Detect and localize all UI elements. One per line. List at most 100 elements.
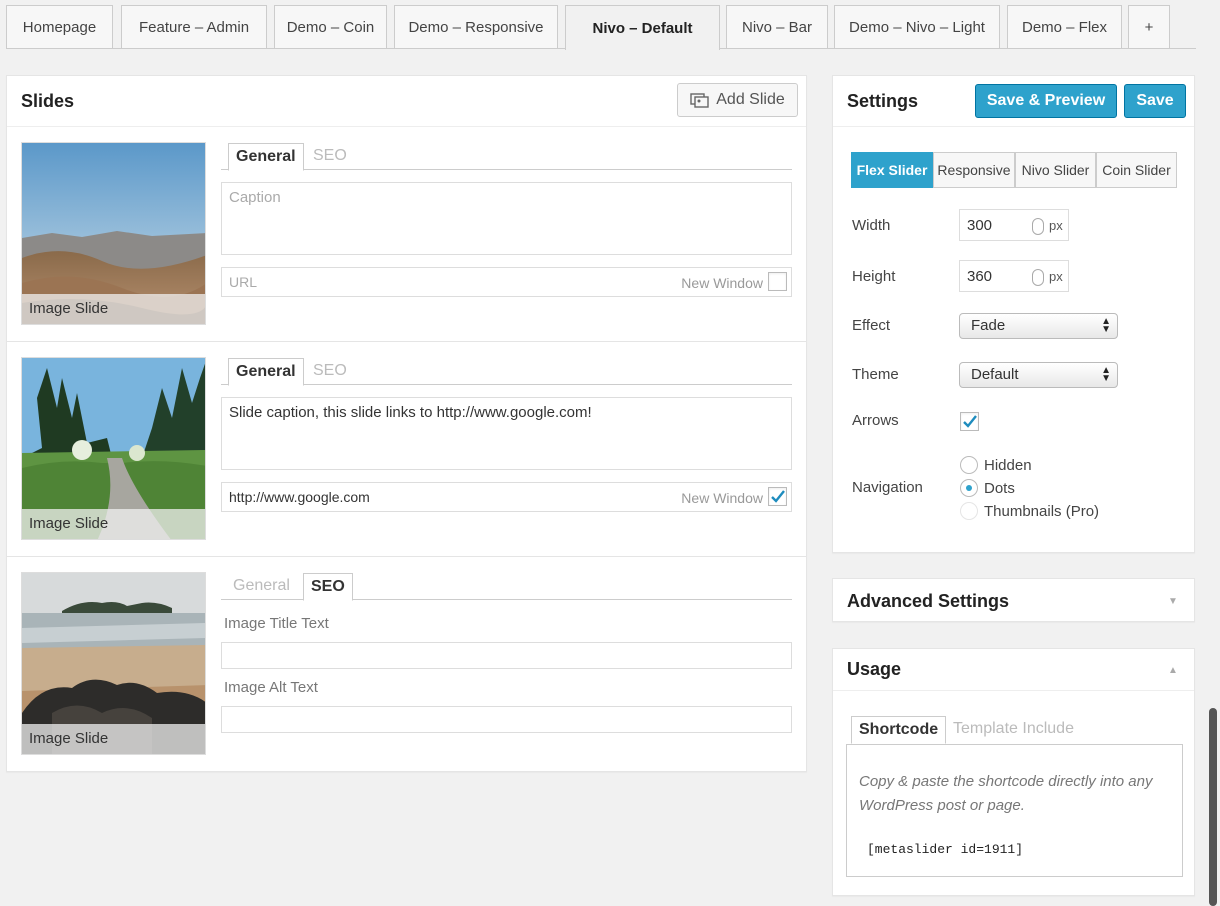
caption-value: Slide caption, this slide links to http:… [229,404,592,421]
width-input[interactable]: 300 px [959,209,1069,241]
add-tab-button[interactable]: + [1128,5,1170,48]
tab-seo[interactable]: SEO [303,573,353,601]
slide-type-label: Image Slide [22,724,205,754]
new-window-checkbox[interactable] [768,272,787,291]
navigation-option-label: Thumbnails (Pro) [984,503,1100,520]
caption-field[interactable]: Slide caption, this slide links to http:… [221,397,792,470]
image-title-input[interactable] [221,642,792,669]
add-slide-icon [690,93,709,108]
slider-type-nivo[interactable]: Nivo Slider [1015,152,1096,188]
width-label: Width [852,217,891,234]
tab-demo-nivo-light[interactable]: Demo – Nivo – Light [834,5,1000,48]
advanced-settings-title: Advanced Settings [833,579,1194,623]
navigation-option-label: Dots [984,480,1015,497]
navigation-label: Navigation [852,479,923,496]
usage-title-text: Usage [847,659,902,679]
tab-shortcode[interactable]: Shortcode [851,716,947,744]
slide-item: Image Slide General SEO Image Title Text… [7,557,807,772]
url-value: http://www.google.com [229,489,370,505]
slide-thumbnail[interactable]: Image Slide [21,357,206,540]
new-window-checkbox[interactable] [768,487,787,506]
effect-value: Fade [971,317,1006,334]
url-field[interactable]: URL New Window [221,267,792,297]
slide-item: Image Slide General SEO Slide caption, t… [7,342,807,557]
new-window-label: New Window [681,490,763,506]
tab-demo-responsive[interactable]: Demo – Responsive [394,5,558,48]
slide-tabs: General SEO [221,571,792,601]
height-label: Height [852,268,896,285]
tab-template-include[interactable]: Template Include [946,716,1081,743]
slide-tabs: General SEO [221,141,792,171]
height-unit: px [1049,269,1063,284]
image-alt-label: Image Alt Text [224,679,318,696]
slider-type-flex[interactable]: Flex Slider [851,152,933,188]
settings-panel: Settings Save & Preview Save Flex Slider… [832,75,1195,553]
navigation-option-label: Hidden [984,457,1032,474]
tab-nivo-bar[interactable]: Nivo – Bar [726,5,828,48]
advanced-settings-title-text: Advanced Settings [847,590,1010,611]
select-arrows-icon: ▲ ▼ [1101,316,1111,335]
slider-type-coin[interactable]: Coin Slider [1096,152,1177,188]
slides-panel: Slides Add Slide Image Slide General SEO… [6,75,807,772]
navigation-radio-hidden[interactable] [960,456,978,474]
tab-general[interactable]: General [226,573,297,600]
effect-label: Effect [852,317,891,334]
new-window-label: New Window [681,275,763,291]
image-alt-input[interactable] [221,706,792,733]
effect-select[interactable]: Fade ▲ ▼ [959,313,1118,339]
settings-title-text: Settings [847,90,919,111]
add-slide-button[interactable]: Add Slide [677,83,798,117]
tab-seo[interactable]: SEO [306,358,354,385]
url-placeholder: URL [229,274,258,290]
usage-title: Usage [833,649,1194,691]
usage-tabs: Shortcode Template Include [846,716,1183,744]
height-spinner-icon[interactable] [1032,269,1044,286]
tab-seo[interactable]: SEO [306,143,354,170]
page-scrollbar[interactable] [1209,708,1217,906]
width-value: 300 [967,217,993,234]
arrows-checkbox[interactable] [960,412,979,431]
navigation-radio-dots[interactable] [960,479,978,497]
add-slide-label: Add Slide [716,91,785,108]
width-spinner-icon[interactable] [1032,218,1044,235]
caption-placeholder: Caption [229,189,281,206]
save-preview-button[interactable]: Save & Preview [975,84,1117,118]
tab-nivo-default[interactable]: Nivo – Default [565,5,720,50]
theme-select[interactable]: Default ▲ ▼ [959,362,1118,388]
slide-type-label: Image Slide [22,509,205,539]
height-input[interactable]: 360 px [959,260,1069,292]
tab-demo-flex[interactable]: Demo – Flex [1007,5,1122,48]
tab-feature-admin[interactable]: Feature – Admin [121,5,267,48]
checkmark-icon [963,415,977,428]
navigation-radio-thumbnails[interactable] [960,502,978,520]
usage-panel: Usage ▲ Shortcode Template Include Copy … [832,648,1195,896]
usage-instructions-line2: WordPress post or page. [859,797,1025,814]
image-title-label: Image Title Text [224,615,329,632]
select-arrows-icon: ▲ ▼ [1101,365,1111,384]
expand-down-icon[interactable]: ▼ [1168,596,1178,607]
caption-field[interactable]: Caption [221,182,792,255]
shortcode-text[interactable]: [metaslider id=1911] [867,842,1023,857]
save-button[interactable]: Save [1124,84,1186,118]
checkmark-icon [771,490,785,503]
height-value: 360 [967,268,993,285]
theme-label: Theme [852,366,899,383]
tab-general[interactable]: General [228,358,304,386]
tab-homepage[interactable]: Homepage [6,5,113,48]
advanced-settings-panel[interactable]: Advanced Settings ▼ [832,578,1195,622]
usage-instructions-line1: Copy & paste the shortcode directly into… [859,773,1153,790]
tab-demo-coin[interactable]: Demo – Coin [274,5,387,48]
width-unit: px [1049,218,1063,233]
slide-type-label: Image Slide [22,294,205,324]
slides-title-text: Slides [21,90,75,111]
shortcode-panel: Copy & paste the shortcode directly into… [846,744,1183,877]
tab-general[interactable]: General [228,143,304,171]
collapse-up-icon[interactable]: ▲ [1168,665,1178,676]
slide-tabs: General SEO [221,356,792,386]
slider-type-responsive[interactable]: Responsive [933,152,1015,188]
url-field[interactable]: http://www.google.com New Window [221,482,792,512]
slide-thumbnail[interactable]: Image Slide [21,142,206,325]
theme-value: Default [971,366,1019,383]
slide-thumbnail[interactable]: Image Slide [21,572,206,755]
slideshow-tabs: Homepage Feature – Admin Demo – Coin Dem… [6,5,1196,50]
